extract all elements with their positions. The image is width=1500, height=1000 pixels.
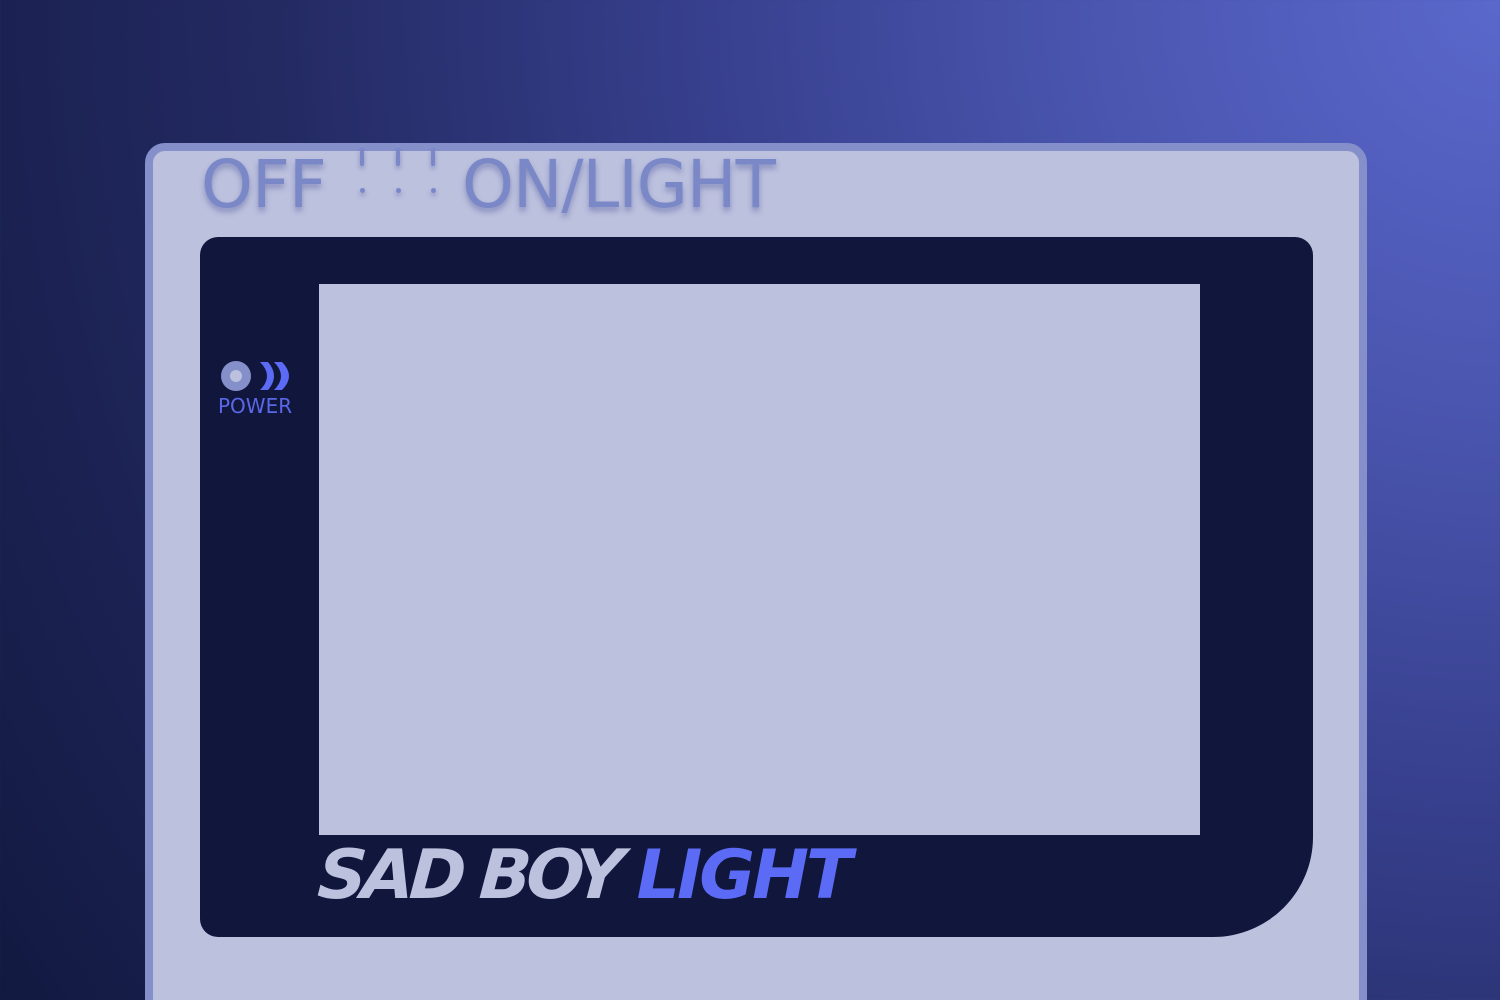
power-led-core <box>230 370 242 382</box>
switch-on-light-label: ON/LIGHT <box>462 146 776 223</box>
brand-accent: LIGHT <box>636 836 853 915</box>
power-led-icon <box>221 361 251 391</box>
switch-ridge <box>396 148 400 166</box>
display-screen <box>319 284 1200 835</box>
power-switch[interactable] <box>358 146 442 202</box>
switch-ridge-dot <box>431 188 436 193</box>
power-signal-icon <box>260 362 289 390</box>
switch-ridge <box>431 148 435 166</box>
switch-off-label: OFF <box>201 146 327 223</box>
power-label: POWER <box>218 394 293 418</box>
switch-ridge-dot <box>396 188 401 193</box>
brand-logo: SAD BOY LIGHT <box>315 836 853 915</box>
brand-name: SAD BOY <box>315 836 622 915</box>
switch-ridge-dot <box>360 188 365 193</box>
switch-ridge <box>360 148 364 166</box>
